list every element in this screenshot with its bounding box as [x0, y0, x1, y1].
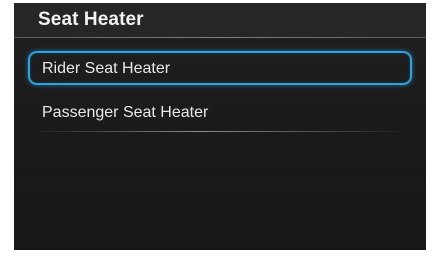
- header-divider: [14, 37, 426, 38]
- header-bar: Seat Heater: [14, 3, 426, 37]
- menu-item-rider-seat-heater[interactable]: Rider Seat Heater: [28, 51, 412, 85]
- item-divider: [30, 131, 410, 132]
- menu-item-label: Passenger Seat Heater: [42, 104, 209, 121]
- menu-item-passenger-seat-heater[interactable]: Passenger Seat Heater: [28, 97, 412, 131]
- display-screen: Seat Heater Rider Seat Heater Passenger …: [14, 3, 426, 250]
- menu-item-label: Rider Seat Heater: [42, 60, 171, 77]
- page-title: Seat Heater: [38, 9, 144, 30]
